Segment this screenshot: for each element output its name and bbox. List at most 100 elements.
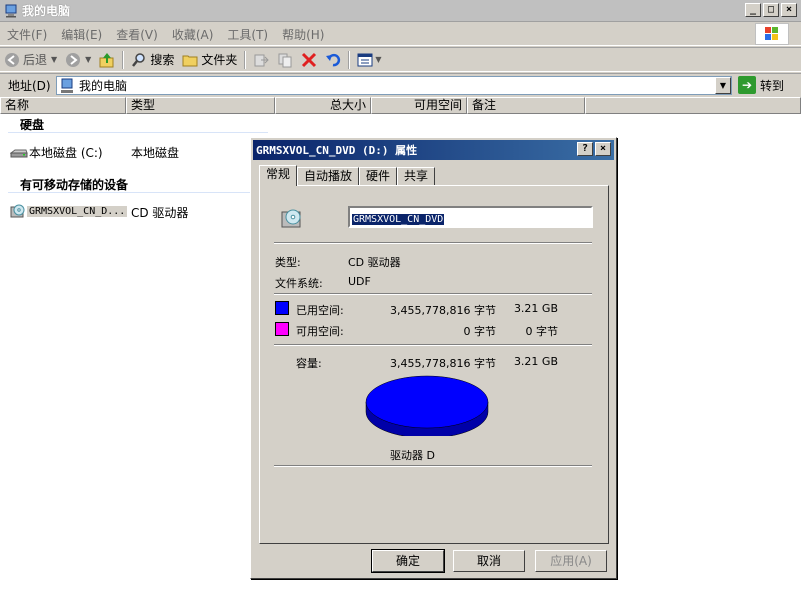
go-button[interactable]: ➔ 转到 [738,76,784,94]
help-button[interactable]: ? [577,142,593,156]
dialog-title: GRMSXVOL_CN_DVD (D:) 属性 [256,144,418,157]
menu-tools[interactable]: 工具(T) [220,26,275,43]
drive-label: 驱动器 D [390,449,435,462]
maximize-button[interactable]: □ [763,3,779,17]
volume-label-field[interactable]: GRMSXVOL_CN_DVD [348,206,593,228]
copy-to-button[interactable] [273,49,297,71]
cd-drive-icon [10,204,25,218]
menu-help[interactable]: 帮助(H) [275,26,331,43]
forward-dropdown-icon[interactable]: ▼ [85,55,91,64]
up-folder-icon [99,52,114,67]
minimize-button[interactable]: _ [745,3,761,17]
column-header-name[interactable]: 名称 [0,97,126,114]
address-input[interactable]: 我的电脑 ▼ [56,76,732,95]
standard-toolbar: 后退 ▼ ▼ 搜索 文件夹 ▼ [0,47,801,72]
search-icon [132,52,146,67]
tab-sharing[interactable]: 共享 [397,167,436,186]
delete-x-icon [302,52,317,67]
item-name: 本地磁盘 (C:) [29,146,103,160]
item-type: CD 驱动器 [131,206,189,220]
divider [274,293,592,295]
undo-button[interactable] [321,49,345,71]
free-space-size: 0 字节 [525,325,559,338]
undo-icon [326,53,341,66]
window-title: 我的电脑 [22,4,71,18]
divider [274,344,592,346]
ok-button[interactable]: 确定 [371,549,445,573]
cd-drive-icon [281,209,301,228]
volume-label-value: GRMSXVOL_CN_DVD [352,214,445,225]
folders-button[interactable]: 文件夹 [178,49,241,71]
properties-dialog: GRMSXVOL_CN_DVD (D:) 属性 ? × 常规 自动播放 硬件 共… [250,137,617,579]
dialog-title-bar[interactable]: GRMSXVOL_CN_DVD (D:) 属性 ? × [253,140,614,160]
tab-autoplay[interactable]: 自动播放 [297,167,360,186]
general-panel: GRMSXVOL_CN_DVD 类型: CD 驱动器 文件系统: UDF 已用空… [259,185,609,544]
computer-icon [61,78,73,93]
computer-icon [5,4,17,17]
list-item[interactable]: GRMSXVOL_CN_D... [10,203,128,219]
menu-bar: 文件(F) 编辑(E) 查看(V) 收藏(A) 工具(T) 帮助(H) [0,24,801,46]
back-dropdown-icon[interactable]: ▼ [51,55,57,64]
free-space-label: 可用空间: [296,325,344,338]
menu-edit[interactable]: 编辑(E) [54,26,109,43]
used-space-bytes: 3,455,778,816 字节 [390,304,496,317]
folder-icon [182,55,198,66]
go-arrow-icon: ➔ [738,76,756,94]
back-button[interactable]: 后退 ▼ [0,49,61,71]
dialog-close-button[interactable]: × [595,142,611,156]
title-bar[interactable]: 我的电脑 _ □ × [0,0,801,22]
views-icon [357,53,373,66]
close-button[interactable]: × [781,3,797,17]
capacity-label: 容量: [296,357,322,370]
capacity-size: 3.21 GB [513,355,558,368]
hard-drive-icon [10,149,28,157]
used-space-label: 已用空间: [296,304,344,317]
copy-to-icon [278,53,292,67]
item-type: 本地磁盘 [131,146,180,160]
type-label: 类型: [275,256,301,269]
file-system-label: 文件系统: [275,277,323,290]
delete-button[interactable] [297,49,321,71]
divider [274,242,592,244]
group-header-removable: 有可移动存储的设备 [20,178,129,192]
tab-strip: 常规 自动播放 硬件 共享 [259,165,436,186]
back-arrow-icon [5,52,19,67]
up-folder-button[interactable] [95,49,119,71]
address-label: 地址(D) [8,78,51,93]
used-space-size: 3.21 GB [513,302,558,315]
divider [274,465,592,467]
tab-hardware[interactable]: 硬件 [359,167,398,186]
windows-logo-icon [755,23,789,45]
forward-button[interactable]: ▼ [61,49,95,71]
tab-general[interactable]: 常规 [259,165,298,186]
apply-button[interactable]: 应用(A) [535,550,607,572]
group-header-hard-disks: 硬盘 [20,118,45,132]
item-name: GRMSXVOL_CN_D... [27,205,128,217]
used-space-swatch [275,301,289,315]
type-value: CD 驱动器 [348,256,401,269]
forward-arrow-icon [66,52,81,67]
menu-view[interactable]: 查看(V) [109,26,165,43]
move-to-icon [254,54,270,66]
move-to-button[interactable] [249,49,273,71]
free-space-bytes: 0 字节 [463,325,497,338]
free-space-swatch [275,322,289,336]
column-header-comments[interactable]: 备注 [467,97,585,114]
cancel-button[interactable]: 取消 [453,550,525,572]
column-headers: 名称 类型 总大小 可用空间 备注 [0,97,801,114]
address-dropdown-button[interactable]: ▼ [715,77,731,94]
search-button[interactable]: 搜索 [127,49,178,71]
column-header-free-space[interactable]: 可用空间 [371,97,467,114]
menu-file[interactable]: 文件(F) [0,26,54,43]
column-header-total-size[interactable]: 总大小 [275,97,371,114]
views-button[interactable]: ▼ [353,49,385,71]
capacity-bytes: 3,455,778,816 字节 [390,357,496,370]
disk-usage-pie-chart [365,375,489,436]
address-bar: 地址(D) 我的电脑 ▼ ➔ 转到 [0,73,801,96]
list-item[interactable]: 本地磁盘 (C:) [10,144,103,161]
pie-top-used-slice [365,375,489,429]
column-header-type[interactable]: 类型 [126,97,275,114]
file-system-value: UDF [348,275,371,288]
views-dropdown-icon: ▼ [375,55,382,64]
menu-favorites[interactable]: 收藏(A) [165,26,221,43]
